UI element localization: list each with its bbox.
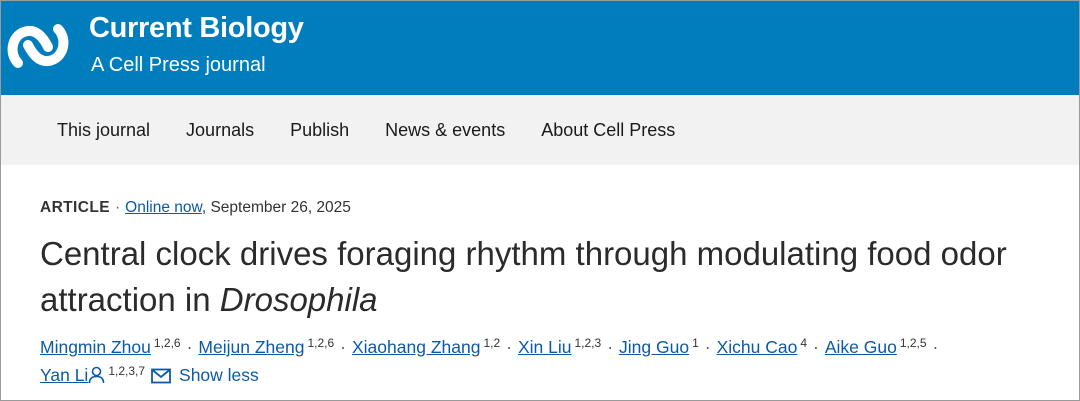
author-affiliation: 1,2,6 [307,336,335,350]
author-separator: · [813,337,819,357]
author-affiliation: 1,2 [483,336,501,350]
author-link[interactable]: Yan Li [40,365,88,385]
article-meta: ARTICLE · Online now, September 26, 2025 [40,199,351,217]
author-affiliation: 1,2,3 [574,336,602,350]
page-frame: Current Biology A Cell Press journal Thi… [0,0,1080,401]
author-item: Xiaohang Zhang 1,2 [352,337,500,357]
author-separator: · [186,337,193,357]
author-separator: · [932,337,939,357]
cell-press-logo-icon[interactable] [4,13,72,79]
journal-subtitle: A Cell Press journal [91,54,266,76]
author-affiliation: 1,2,3,7 [108,364,146,378]
nav-news-events[interactable]: News & events [367,120,523,141]
article-title-species: Drosophila [219,281,378,318]
author-link[interactable]: Xiaohang Zhang [352,337,480,357]
article-header: ARTICLE · Online now, September 26, 2025 C… [1,165,1079,400]
meta-separator: · [114,199,121,216]
author-list: Mingmin Zhou 1,2,6 · Meijun Zheng 1,2,6 · Xiao… [40,333,1070,389]
journal-header: Current Biology A Cell Press journal [1,1,1079,95]
author-item: Yan Li 1,2,3,7 [40,365,145,385]
author-separator: · [704,337,711,357]
author-separator: · [506,337,512,357]
article-type: ARTICLE [40,199,110,216]
author-affiliation: 1 [692,336,699,350]
author-link[interactable]: Xichu Cao [717,337,798,357]
envelope-icon[interactable] [151,368,171,384]
author-separator: · [607,337,614,357]
author-link[interactable]: Mingmin Zhou [40,337,151,357]
article-title-main: Central clock drives foraging rhythm thr… [40,235,1007,318]
author-link[interactable]: Aike Guo [825,337,897,357]
main-nav: This journal Journals Publish News & eve… [1,95,1079,165]
author-item: Mingmin Zhou 1,2,6 [40,337,181,357]
author-link[interactable]: Jing Guo [619,337,689,357]
author-item: Xin Liu 1,2,3 [518,337,601,357]
publication-date: , September 26, 2025 [201,199,351,216]
online-now-link[interactable]: Online now [125,199,202,216]
author-item: Aike Guo 1,2,5 [825,337,927,357]
author-affiliation: 1,2,5 [899,336,927,350]
author-link[interactable]: Meijun Zheng [198,337,304,357]
author-item: Meijun Zheng 1,2,6 [198,337,334,357]
author-link[interactable]: Xin Liu [518,337,572,357]
article-title: Central clock drives foraging rhythm thr… [40,231,1075,323]
nav-about-cell-press[interactable]: About Cell Press [523,120,693,141]
author-affiliation: 4 [800,336,808,350]
author-item: Jing Guo 1 [619,337,699,357]
author-affiliation: 1,2,6 [153,336,181,350]
journal-title[interactable]: Current Biology [89,12,304,45]
author-separator: · [340,337,346,357]
show-less-button[interactable]: Show less [179,365,259,385]
nav-journals[interactable]: Journals [168,120,272,141]
nav-publish[interactable]: Publish [272,120,367,141]
nav-this-journal[interactable]: This journal [39,120,168,141]
person-icon [89,366,105,384]
author-item: Xichu Cao 4 [717,337,807,357]
